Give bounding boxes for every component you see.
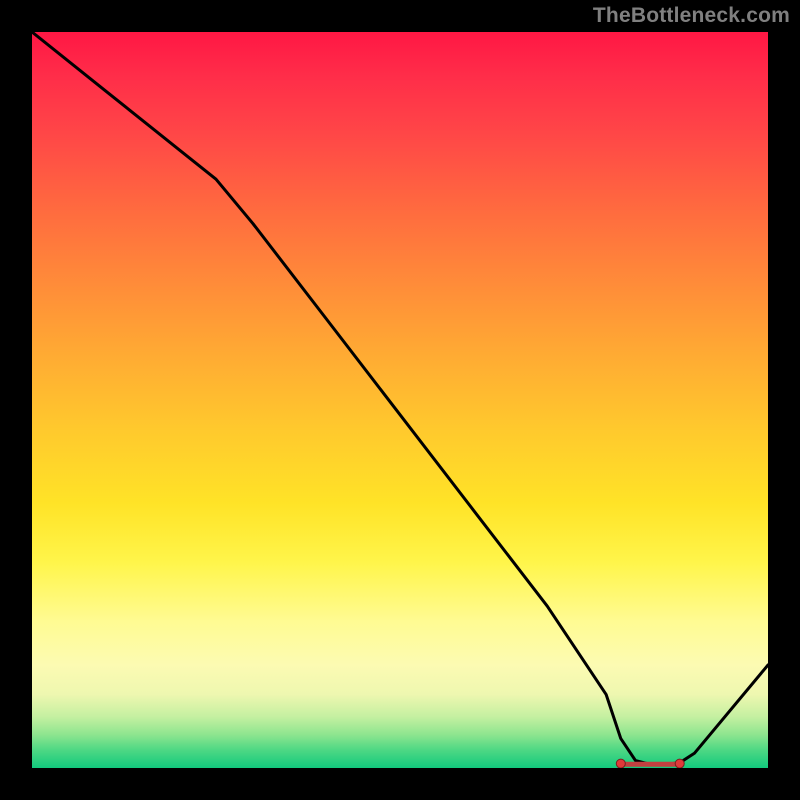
valley-marker-0 bbox=[616, 759, 625, 768]
curve-path bbox=[32, 32, 768, 764]
chart-frame: TheBottleneck.com bbox=[0, 0, 800, 800]
valley-marker-1 bbox=[675, 759, 684, 768]
watermark-text: TheBottleneck.com bbox=[593, 4, 790, 28]
curve-layer bbox=[32, 32, 768, 768]
plot-area bbox=[32, 32, 768, 768]
